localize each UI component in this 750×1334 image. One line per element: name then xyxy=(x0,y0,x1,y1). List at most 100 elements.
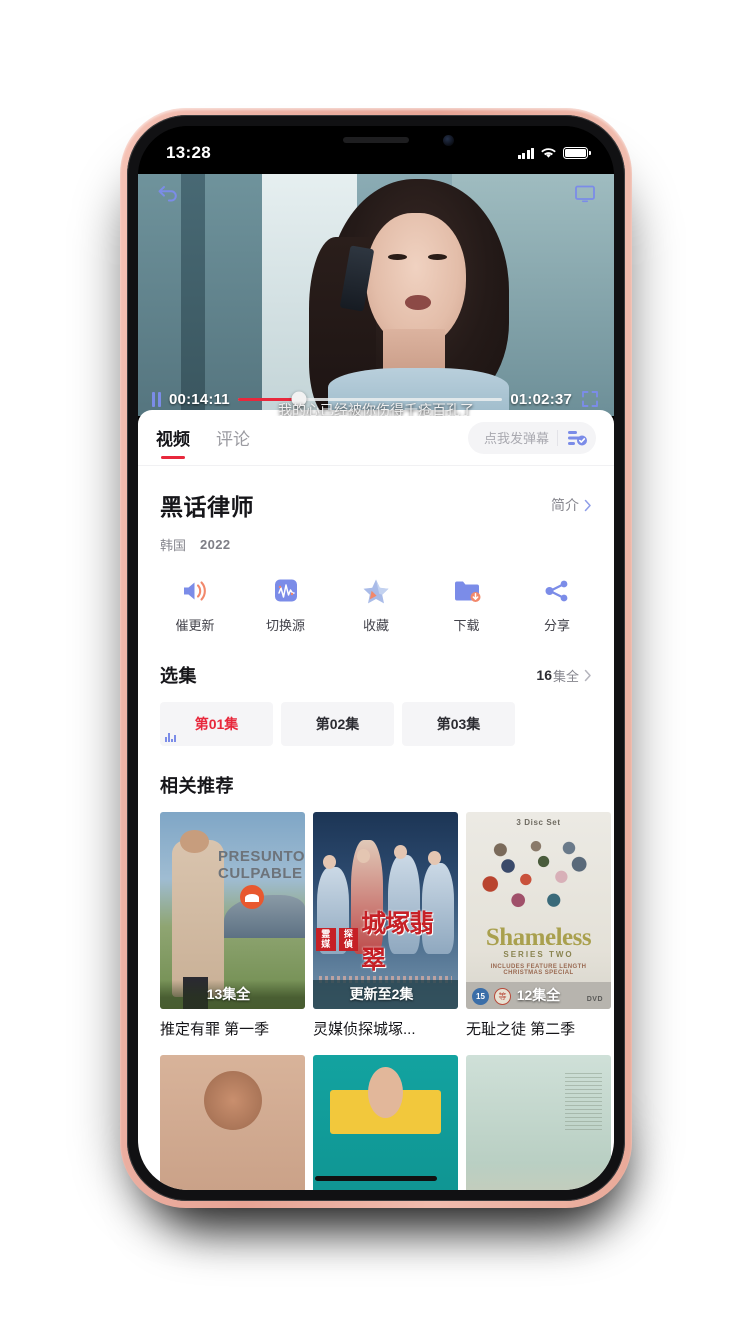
status-time: 13:28 xyxy=(166,143,211,162)
poster-text-line1: PRESUNTO xyxy=(218,848,305,866)
star-favorite-icon xyxy=(363,579,389,604)
action-favorite[interactable]: 收藏 xyxy=(347,576,405,634)
poster-main-text: Shameless xyxy=(485,924,592,952)
meta-region: 韩国 xyxy=(160,538,187,553)
poster-top-text: 3 Disc Set xyxy=(516,817,561,827)
action-switch-source[interactable]: 切换源 xyxy=(257,576,315,634)
divider xyxy=(557,429,558,446)
rating-badge-15: 15 xyxy=(472,988,489,1005)
phone-screen: 13:28 00:14:11 01:02:37 我的心已经被你伤得千疮百孔了 视… xyxy=(138,126,614,1190)
chevron-right-icon xyxy=(584,499,591,511)
episode-label: 第03集 xyxy=(436,716,481,732)
recommend-title: 无耻之徒 第二季 xyxy=(466,1021,576,1038)
front-camera xyxy=(443,135,454,146)
action-label: 切换源 xyxy=(265,618,305,633)
recommend-list[interactable]: PRESUNTO CULPABLE 13集全 推定有罪 第一季 霊媒 探偵 城塚… xyxy=(138,798,614,1039)
intro-label: 简介 xyxy=(551,497,579,513)
tab-list: 视频 评论 xyxy=(156,410,250,465)
action-label: 下载 xyxy=(453,618,480,633)
cast-screen-icon[interactable] xyxy=(574,184,596,204)
action-label: 收藏 xyxy=(362,618,389,633)
episodes-count-suffix: 集全 xyxy=(552,668,579,684)
home-indicator[interactable] xyxy=(315,1176,437,1181)
poster-image xyxy=(160,1055,305,1190)
section-title-recommend: 相关推荐 xyxy=(160,776,234,796)
action-update-request[interactable]: 催更新 xyxy=(166,576,224,634)
danmaku-settings-icon[interactable] xyxy=(566,429,588,447)
poster-image: 3 Disc Set Shameless SERIES TWO INCLUDES… xyxy=(466,812,611,1009)
intro-link[interactable]: 简介 xyxy=(551,495,592,515)
action-label: 分享 xyxy=(543,618,570,633)
tab-bar: 视频 评论 点我发弹幕 xyxy=(138,410,614,466)
recommend-title: 推定有罪 第一季 xyxy=(160,1021,270,1038)
equalizer-playing-icon xyxy=(165,733,176,742)
folder-download-icon xyxy=(454,581,480,602)
earpiece-speaker xyxy=(343,137,409,143)
action-share[interactable]: 分享 xyxy=(528,576,586,634)
recommend-list-row2[interactable] xyxy=(138,1039,614,1190)
episode-label: 第02集 xyxy=(315,716,360,732)
phone-device-frame: 13:28 00:14:11 01:02:37 我的心已经被你伤得千疮百孔了 视… xyxy=(120,108,632,1208)
tab-comments[interactable]: 评论 xyxy=(216,410,250,465)
status-icons xyxy=(517,147,591,159)
episode-chip-3[interactable]: 第03集 xyxy=(402,702,515,746)
episode-chip-1[interactable]: 第01集 xyxy=(160,702,273,746)
section-title-episodes: 选集 xyxy=(160,666,197,686)
action-bar: 催更新 切换源 收藏 下载 分享 xyxy=(138,554,614,654)
battery-icon xyxy=(563,147,591,159)
poster-note-text: INCLUDES FEATURE LENGTH CHRISTMAS SPECIA… xyxy=(490,963,587,976)
cellular-signal-icon xyxy=(517,147,534,159)
poster-big-text: 城塚翡翠 xyxy=(361,909,434,974)
tab-video[interactable]: 视频 xyxy=(156,410,190,465)
screenshot-stage: 13:28 00:14:11 01:02:37 我的心已经被你伤得千疮百孔了 视… xyxy=(0,0,750,1334)
episodes-count-link[interactable]: 16 集全 xyxy=(536,666,592,685)
recommend-header: 相关推荐 xyxy=(138,746,614,798)
dvd-label: DVD xyxy=(586,996,603,1003)
meta-year: 2022 xyxy=(200,537,231,552)
poster-image xyxy=(313,1055,458,1190)
danmaku-bar[interactable]: 点我发弹幕 xyxy=(467,421,596,454)
poster-text-line2: CULPABLE xyxy=(218,865,303,883)
action-label: 催更新 xyxy=(175,618,215,633)
video-player[interactable]: 00:14:11 01:02:37 我的心已经被你伤得千疮百孔了 xyxy=(138,174,614,416)
speaker-volume-icon xyxy=(184,581,206,601)
recommend-card-6[interactable] xyxy=(466,1055,611,1190)
episode-badge: 更新至2集 xyxy=(313,980,458,1009)
danmaku-input[interactable]: 点我发弹幕 xyxy=(484,428,549,447)
title-block: 黑话律师 简介 韩国 2022 xyxy=(138,466,614,554)
recommend-card-3[interactable]: 3 Disc Set Shameless SERIES TWO INCLUDES… xyxy=(466,812,611,1039)
chevron-right-icon xyxy=(584,669,591,681)
share-nodes-icon xyxy=(545,580,568,602)
page-title: 黑话律师 xyxy=(160,494,254,520)
phone-bezel: 13:28 00:14:11 01:02:37 我的心已经被你伤得千疮百孔了 视… xyxy=(127,115,625,1201)
wifi-icon xyxy=(541,148,556,158)
episode-label: 第01集 xyxy=(194,716,239,732)
poster-sq1: 霊媒 xyxy=(315,928,336,951)
network-logo-icon xyxy=(239,884,264,909)
recommend-card-5[interactable] xyxy=(313,1055,458,1190)
back-arrow-icon[interactable] xyxy=(156,184,180,204)
poster-image xyxy=(466,1055,611,1190)
recommend-card-2[interactable]: 霊媒 探偵 城塚翡翠 更新至2集 灵媒侦探城塚... xyxy=(313,812,458,1039)
content-sheet: 视频 评论 点我发弹幕 黑话律师 简介 韩国 2022 催更新 切换源 收藏 下… xyxy=(138,410,614,1190)
title-row: 黑话律师 简介 xyxy=(160,488,592,522)
poster-sq2: 探偵 xyxy=(338,928,359,951)
meta-row: 韩国 2022 xyxy=(160,535,592,554)
poster-image: 霊媒 探偵 城塚翡翠 更新至2集 xyxy=(313,812,458,1009)
video-subtitle: 我的心已经被你伤得千疮百孔了 xyxy=(278,402,474,416)
notch xyxy=(272,126,480,156)
recommend-card-1[interactable]: PRESUNTO CULPABLE 13集全 推定有罪 第一季 xyxy=(160,812,305,1039)
recommend-card-4[interactable] xyxy=(160,1055,305,1190)
player-top-bar xyxy=(138,174,614,214)
recommend-title: 灵媒侦探城塚... xyxy=(313,1021,416,1038)
episodes-header: 选集 16 集全 xyxy=(138,654,614,688)
poster-image: PRESUNTO CULPABLE 13集全 xyxy=(160,812,305,1009)
poster-sub-text: SERIES TWO xyxy=(503,949,574,959)
rating-badge-secondary: 等 xyxy=(494,988,511,1005)
episode-badge: 13集全 xyxy=(160,980,305,1009)
waveform-source-icon xyxy=(274,579,297,602)
episode-list[interactable]: 第01集 第02集 第03集 xyxy=(138,688,614,746)
action-download[interactable]: 下载 xyxy=(438,576,496,634)
detail-scroll-area[interactable]: 黑话律师 简介 韩国 2022 催更新 切换源 收藏 下载 分享 选集 16 集… xyxy=(138,466,614,1190)
episode-chip-2[interactable]: 第02集 xyxy=(281,702,394,746)
